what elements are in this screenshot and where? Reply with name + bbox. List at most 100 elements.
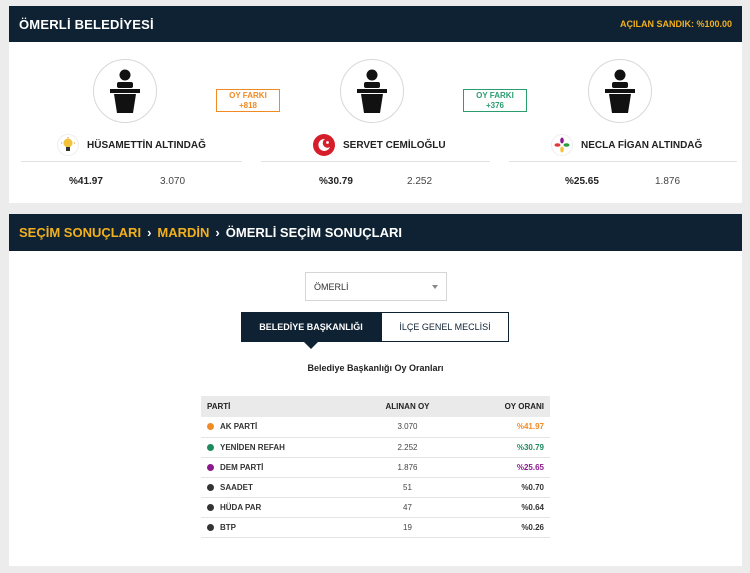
pct-cell: %0.26 [464, 517, 550, 538]
party-name: SAADET [220, 482, 253, 492]
candidate-name-1: HÜSAMETTİN ALTINDAĞ [87, 139, 206, 151]
column-header-pct: OY ORANI [464, 396, 550, 417]
votes-cell: 47 [351, 497, 464, 518]
municipality-header: ÖMERLİ BELEDİYESİ AÇILAN SANDIK: %100.00 [9, 6, 742, 42]
party-cell: SAADET [201, 477, 351, 498]
party-name: HÜDA PAR [220, 502, 262, 512]
candidate-votes-2: 2.252 [407, 176, 433, 187]
candidate-avatar-1 [93, 59, 157, 123]
person-podium-icon [110, 69, 140, 113]
vote-difference-label: OY FARKI [229, 91, 267, 100]
divider [21, 161, 242, 162]
candidate-pct-3: %25.65 [565, 176, 599, 187]
pct-cell: %25.65 [464, 457, 550, 478]
party-color-dot [207, 463, 214, 471]
tab-mayoralty[interactable]: BELEDİYE BAŞKANLIĞI [241, 312, 381, 349]
votes-cell: 3.070 [351, 417, 464, 438]
table-row: BTP 19 %0.26 [201, 517, 550, 538]
table-row: HÜDA PAR 47 %0.64 [201, 497, 550, 518]
party-pct: %0.70 [521, 482, 544, 492]
party-name: AK PARTİ [220, 422, 258, 432]
candidate-pct-2: %30.79 [319, 176, 353, 187]
party-color-dot [207, 423, 214, 431]
candidate-pct-1: %41.97 [69, 176, 103, 187]
party-cell: DEM PARTİ [201, 457, 351, 478]
candidate-avatar-2 [340, 59, 404, 123]
table-row: DEM PARTİ 1.876 %25.65 [201, 457, 550, 478]
votes-cell: 51 [351, 477, 464, 498]
table-row: YENİDEN REFAH 2.252 %30.79 [201, 437, 550, 458]
vote-difference-value: +818 [238, 101, 258, 110]
results-table: PARTİ ALINAN OY OY ORANI AK PARTİ 3.070 %4… [201, 396, 550, 538]
divider [261, 161, 490, 162]
candidate-votes-3: 1.876 [655, 176, 681, 187]
party-votes: 51 [403, 482, 412, 492]
party-cell: BTP [201, 517, 351, 538]
vote-difference-label: OY FARKI [476, 91, 514, 100]
person-podium-icon [605, 69, 635, 113]
party-pct: %25.65 [516, 462, 544, 472]
party-pct: %0.26 [521, 522, 544, 532]
votes-cell: 1.876 [351, 457, 464, 478]
results-title: Belediye Başkanlığı Oy Oranları [307, 363, 444, 373]
breadcrumb-link-mardin[interactable]: MARDİN [157, 225, 209, 240]
candidate-name-row-1: HÜSAMETTİN ALTINDAĞ [57, 134, 206, 156]
opened-ballot-status: AÇILAN SANDIK: %100.00 [619, 19, 732, 29]
candidate-avatar-3 [588, 59, 652, 123]
votes-cell: 2.252 [351, 437, 464, 458]
party-pct: %30.79 [516, 442, 544, 452]
municipality-title: ÖMERLİ BELEDİYESİ [19, 16, 154, 32]
results-card: SEÇİM SONUÇLARI › MARDİN › ÖMERLİ SEÇİM … [9, 214, 742, 566]
district-select-value: ÖMERLİ [314, 281, 349, 292]
breadcrumb: SEÇİM SONUÇLARI › MARDİN › ÖMERLİ SEÇİM … [9, 214, 742, 251]
chevron-down-icon [432, 284, 438, 289]
person-podium-icon [357, 69, 387, 113]
candidate-name-row-3: NECLA FİGAN ALTINDAĞ [551, 134, 702, 156]
party-pct: %0.64 [521, 502, 544, 512]
vote-difference-value: +376 [485, 101, 505, 110]
candidate-name-3: NECLA FİGAN ALTINDAĞ [581, 139, 703, 151]
party-votes: 3.070 [397, 422, 418, 432]
ak-parti-bulb-icon [57, 134, 79, 156]
party-votes: 1.876 [397, 462, 418, 472]
candidate-name-2: SERVET CEMİLOĞLU [343, 139, 446, 151]
divider [509, 161, 737, 162]
party-pct: %41.97 [516, 422, 544, 432]
breadcrumb-current: ÖMERLİ SEÇİM SONUÇLARI [225, 225, 402, 240]
party-votes: 47 [403, 502, 412, 512]
pct-cell: %30.79 [464, 437, 550, 458]
table-row: SAADET 51 %0.70 [201, 477, 550, 498]
column-header-party: PARTİ [201, 396, 351, 417]
dem-parti-icon [551, 134, 573, 156]
results-tabs: BELEDİYE BAŞKANLIĞI İLÇE GENEL MECLİSİ [241, 312, 509, 349]
chevron-right-icon: › [147, 225, 152, 240]
candidate-votes-1: 3.070 [160, 176, 186, 187]
district-select[interactable]: ÖMERLİ [305, 272, 447, 301]
party-color-dot [207, 503, 214, 511]
party-color-dot [207, 483, 214, 491]
chevron-right-icon: › [215, 225, 220, 240]
pct-cell: %0.64 [464, 497, 550, 518]
votes-cell: 19 [351, 517, 464, 538]
candidate-name-row-2: SERVET CEMİLOĞLU [313, 134, 446, 156]
party-color-dot [207, 523, 214, 531]
tab-district-council[interactable]: İLÇE GENEL MECLİSİ [381, 312, 509, 342]
vote-difference-1: OY FARKI +818 [216, 89, 280, 112]
municipality-card: ÖMERLİ BELEDİYESİ AÇILAN SANDIK: %100.00… [9, 6, 742, 203]
yeniden-refah-icon [313, 134, 335, 156]
party-name: DEM PARTİ [220, 462, 264, 472]
table-header-row: PARTİ ALINAN OY OY ORANI [201, 396, 550, 417]
pct-cell: %0.70 [464, 477, 550, 498]
party-cell: YENİDEN REFAH [201, 437, 351, 458]
party-name: YENİDEN REFAH [220, 442, 285, 452]
party-name: BTP [220, 522, 236, 532]
vote-difference-2: OY FARKI +376 [463, 89, 527, 112]
party-color-dot [207, 443, 214, 451]
party-cell: HÜDA PAR [201, 497, 351, 518]
pct-cell: %41.97 [464, 417, 550, 438]
party-cell: AK PARTİ [201, 417, 351, 438]
party-votes: 2.252 [397, 442, 418, 452]
table-row: AK PARTİ 3.070 %41.97 [201, 417, 550, 438]
party-votes: 19 [403, 522, 412, 532]
breadcrumb-link-election-results[interactable]: SEÇİM SONUÇLARI [19, 225, 141, 240]
